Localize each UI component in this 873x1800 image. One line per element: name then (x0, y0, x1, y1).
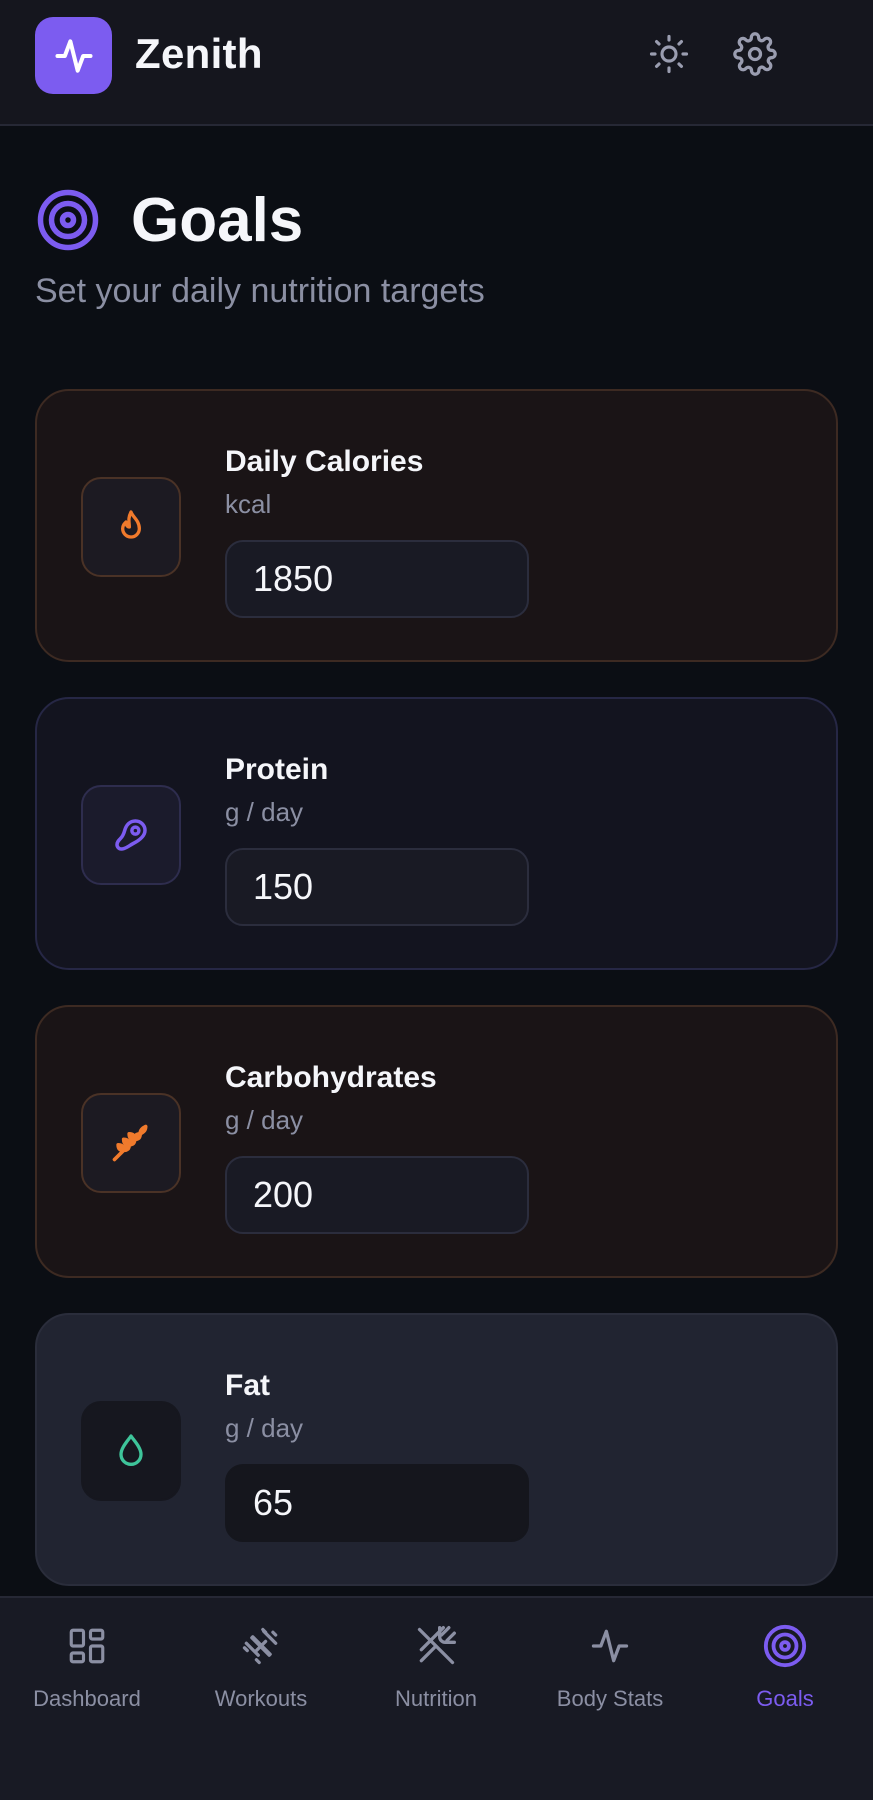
gear-icon (733, 32, 777, 76)
steak-icon (115, 819, 147, 851)
bottom-nav: Dashboard Workouts Nutrition Body Stats … (0, 1596, 873, 1800)
goal-unit: g / day (225, 1413, 304, 1443)
target-icon (763, 1624, 807, 1668)
flame-icon (121, 510, 141, 539)
app-header: Zenith (0, 0, 873, 126)
goal-unit: g / day (225, 1105, 304, 1135)
goal-card-calories: Daily Calories kcal (35, 389, 838, 662)
utensils-icon (417, 1626, 456, 1665)
nav-item-dashboard[interactable]: Dashboard (0, 1618, 174, 1738)
target-icon (37, 189, 99, 251)
carbohydrates-icon-box (81, 1093, 181, 1193)
page-title: Goals (131, 185, 304, 255)
theme-toggle-button[interactable] (645, 30, 693, 78)
goal-title: Fat (225, 1369, 270, 1402)
nav-item-goals[interactable]: Goals (698, 1618, 872, 1738)
protein-input[interactable] (225, 848, 529, 926)
fat-input[interactable] (225, 1464, 529, 1542)
activity-icon (54, 38, 93, 73)
goal-card-protein: Protein g / day (35, 697, 838, 970)
wheat-icon (112, 1124, 148, 1162)
nav-item-workouts[interactable]: Workouts (174, 1618, 348, 1738)
nav-item-nutrition[interactable]: Nutrition (349, 1618, 523, 1738)
protein-icon-box (81, 785, 181, 885)
goal-unit: g / day (225, 797, 304, 827)
nav-label: Dashboard (33, 1686, 141, 1711)
nav-label: Workouts (214, 1686, 308, 1711)
nav-label: Nutrition (395, 1686, 477, 1711)
app-logo[interactable] (35, 17, 112, 94)
activity-icon (591, 1629, 629, 1663)
goal-card-fat: Fat g / day (35, 1313, 838, 1586)
sun-icon (649, 34, 689, 74)
page-heading: Goals (35, 180, 303, 260)
goal-title: Protein (225, 753, 329, 786)
calories-input[interactable] (225, 540, 529, 618)
droplet-icon (119, 1434, 143, 1466)
nav-label: Body Stats (556, 1686, 664, 1711)
nav-label: Goals (756, 1686, 814, 1711)
fat-icon-box (81, 1401, 181, 1501)
goal-card-carbohydrates: Carbohydrates g / day (35, 1005, 838, 1278)
nav-item-body-stats[interactable]: Body Stats (523, 1618, 697, 1738)
goal-title: Daily Calories (225, 445, 424, 478)
dashboard-icon (69, 1628, 105, 1664)
app-name: Zenith (135, 30, 263, 77)
goal-unit: kcal (225, 489, 272, 519)
page-subtitle: Set your daily nutrition targets (35, 272, 485, 310)
carbohydrates-input[interactable] (225, 1156, 529, 1234)
settings-button[interactable] (731, 30, 779, 78)
goal-title: Carbohydrates (225, 1061, 437, 1094)
calories-icon-box (81, 477, 181, 577)
dumbbell-icon (242, 1627, 278, 1665)
